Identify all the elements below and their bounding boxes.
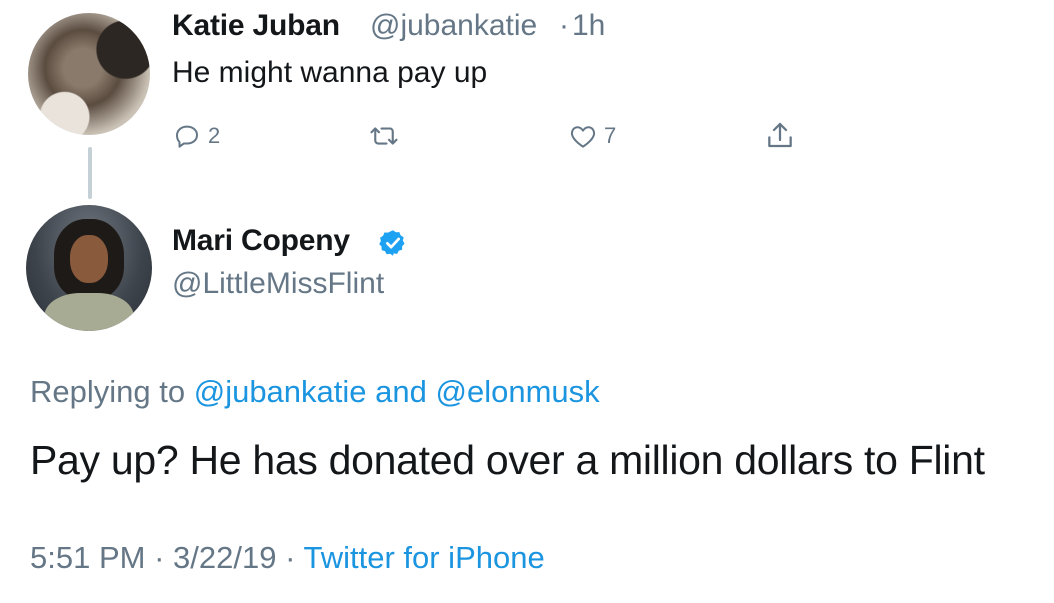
reply-count: 2 [208, 123, 221, 148]
parent-timestamp[interactable]: 1h [572, 9, 605, 43]
reply-tweet-text: Pay up? He has donated over a million do… [30, 437, 985, 483]
tweet-source-link[interactable]: Twitter for iPhone [303, 540, 544, 575]
like-count: 7 [604, 123, 617, 148]
parent-author-handle[interactable]: @jubankatie [370, 9, 537, 43]
mention-jubankatie[interactable]: @jubankatie [194, 374, 367, 409]
mention-elonmusk[interactable]: @elonmusk [436, 374, 600, 409]
avatar-face [70, 235, 108, 283]
avatar-shirt [44, 293, 134, 331]
share-icon [768, 122, 792, 148]
parent-author-name[interactable]: Katie Juban [172, 9, 340, 43]
reply-button[interactable]: 2 [172, 118, 220, 154]
avatar-mari-copeny[interactable] [26, 205, 152, 331]
replying-to-line: Replying to @jubankatie and @elonmusk [30, 374, 600, 410]
retweet-icon [370, 127, 398, 145]
avatar-katie-juban[interactable] [28, 13, 150, 135]
tweet-time[interactable]: 5:51 PM [30, 540, 145, 575]
like-icon [570, 126, 596, 148]
tweet-meta-line: 5:51 PM · 3/22/19 · Twitter for iPhone [30, 540, 545, 576]
retweet-button[interactable] [366, 118, 408, 154]
parent-tweet-text: He might wanna pay up [172, 56, 488, 89]
parent-separator: · [559, 9, 569, 42]
replying-prefix: Replying to [30, 374, 186, 409]
verified-badge-icon [379, 230, 405, 256]
reply-author-handle[interactable]: @LittleMissFlint [172, 267, 384, 301]
thread-connector-line [88, 147, 92, 199]
meta-separator-1: · [154, 540, 165, 575]
share-button[interactable] [764, 118, 796, 154]
tweet-date[interactable]: 3/22/19 [173, 540, 276, 575]
like-button[interactable]: 7 [568, 118, 616, 154]
meta-separator-2: · [285, 540, 296, 575]
mention-and[interactable]: and [375, 374, 427, 409]
reply-icon [176, 125, 198, 148]
reply-author-name[interactable]: Mari Copeny [172, 224, 350, 258]
